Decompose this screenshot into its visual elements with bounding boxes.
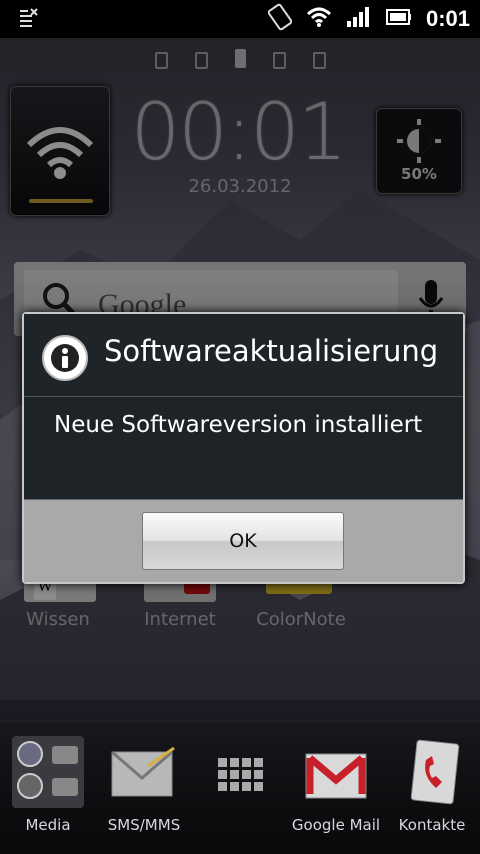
ok-button[interactable]: OK bbox=[142, 512, 344, 570]
dock-item-apps[interactable] bbox=[192, 736, 288, 848]
dock-label-contacts: Kontakte bbox=[398, 816, 466, 834]
wifi-icon bbox=[306, 6, 332, 32]
signal-icon bbox=[346, 6, 372, 32]
dialog-button-bar: OK bbox=[24, 499, 463, 582]
notification-icon[interactable] bbox=[18, 7, 40, 33]
software-update-dialog: Softwareaktualisierung Neue Softwarevers… bbox=[22, 312, 465, 584]
app-grid-icon bbox=[204, 736, 276, 808]
gmail-icon bbox=[300, 736, 372, 808]
envelope-icon bbox=[108, 736, 180, 808]
dock-item-sms[interactable]: SMS/MMS bbox=[96, 736, 192, 848]
dock-item-contacts[interactable]: Kontakte bbox=[384, 736, 480, 848]
dialog-message: Neue Softwareversion installiert bbox=[54, 412, 423, 438]
rotation-icon bbox=[267, 3, 293, 35]
dock-item-media[interactable]: Media bbox=[0, 736, 96, 848]
dialog-title: Softwareaktualisierung bbox=[104, 334, 439, 368]
media-icon bbox=[12, 736, 84, 808]
contacts-icon bbox=[396, 736, 468, 808]
dialog-title-bar: Softwareaktualisierung bbox=[24, 314, 463, 397]
status-clock: 0:01 bbox=[425, 6, 470, 31]
status-bar: 0:01 bbox=[0, 0, 480, 38]
dock: Media SMS/MMS Google Mail Kontakte bbox=[0, 722, 480, 854]
dock-label-sms: SMS/MMS bbox=[107, 816, 181, 834]
dock-item-gmail[interactable]: Google Mail bbox=[288, 736, 384, 848]
info-icon bbox=[42, 335, 88, 381]
battery-icon bbox=[385, 7, 412, 31]
